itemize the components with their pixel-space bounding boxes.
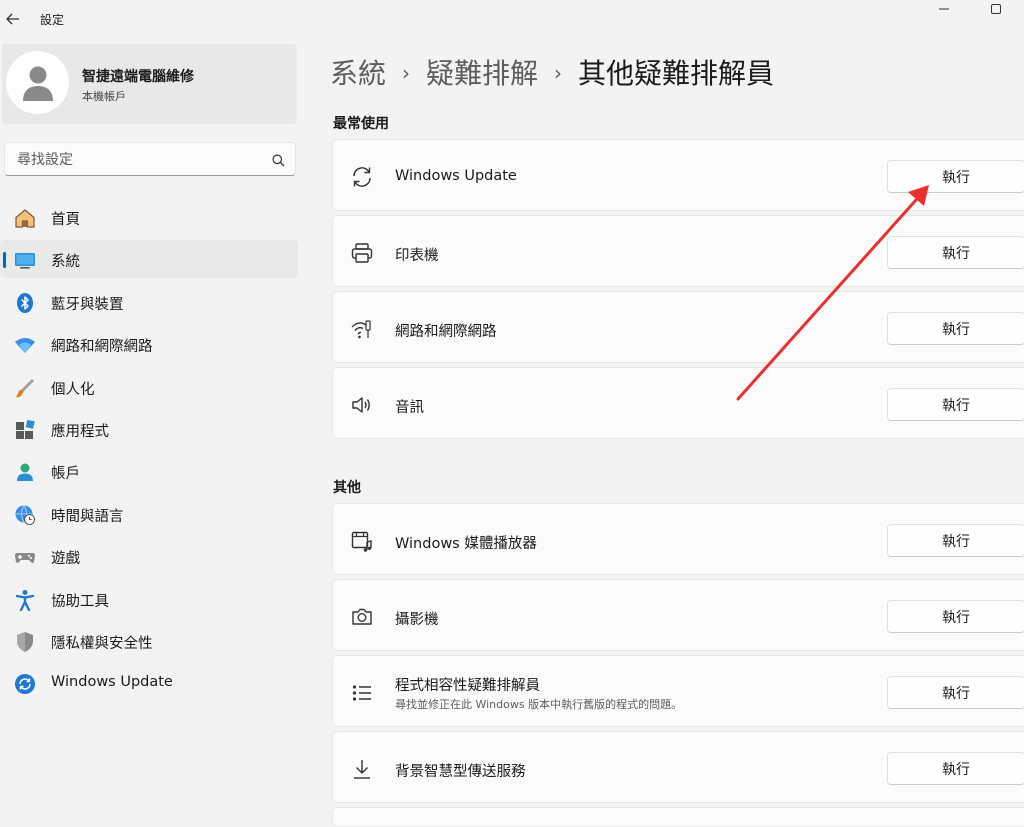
- speaker-icon: [349, 392, 375, 418]
- sidebar-item-label: 帳戶: [51, 466, 80, 483]
- network-icon: [349, 316, 375, 342]
- sidebar-item-windows-update[interactable]: Windows Update: [0, 664, 298, 702]
- run-button[interactable]: 執行: [887, 600, 1024, 633]
- active-indicator: [3, 252, 6, 269]
- breadcrumb-troubleshoot[interactable]: 疑難排解: [426, 57, 538, 90]
- nav-list: 首頁 系統 藍牙與裝置 網路和網際網路 個人化 應用程式 帳戶 時間與語言 遊戲…: [0, 198, 300, 707]
- troubleshooter-title: Windows Update: [395, 168, 517, 184]
- search-icon[interactable]: [272, 152, 285, 171]
- run-button[interactable]: 執行: [887, 524, 1024, 557]
- printer-icon: [349, 240, 375, 266]
- sidebar-item-label: Windows Update: [51, 674, 173, 691]
- run-button[interactable]: 執行: [887, 752, 1024, 785]
- troubleshooter-title: 程式相容性疑難排解員: [395, 678, 540, 694]
- camera-icon: [349, 604, 375, 630]
- search-input[interactable]: [15, 149, 259, 171]
- profile-account-type: 本機帳戶: [82, 90, 126, 103]
- sidebar-item-time-language[interactable]: 時間與語言: [0, 495, 298, 533]
- maximize-button[interactable]: [984, 2, 1008, 16]
- apps-icon: [14, 419, 36, 441]
- breadcrumb: 系統 › 疑難排解 › 其他疑難排解員: [330, 52, 774, 92]
- accessibility-icon: [14, 589, 36, 611]
- sidebar: 智捷遠端電腦維修 本機帳戶 首頁 系統 藍牙與裝置: [0, 38, 300, 817]
- user-avatar-icon: [22, 66, 53, 101]
- run-button[interactable]: 執行: [887, 236, 1024, 269]
- breadcrumb-separator: ›: [554, 61, 563, 85]
- media-player-icon: [349, 528, 375, 554]
- shield-icon: [14, 631, 36, 653]
- home-icon: [14, 207, 36, 229]
- troubleshooter-media-player: Windows 媒體播放器 執行: [332, 503, 1024, 575]
- sidebar-item-system[interactable]: 系統: [0, 240, 298, 279]
- profile-card[interactable]: 智捷遠端電腦維修 本機帳戶: [2, 44, 297, 124]
- sidebar-item-accessibility[interactable]: 協助工具: [0, 580, 298, 618]
- troubleshooter-title: 攝影機: [395, 612, 439, 628]
- run-button[interactable]: 執行: [887, 160, 1024, 193]
- sidebar-item-privacy-security[interactable]: 隱私權與安全性: [0, 622, 298, 660]
- globe-clock-icon: [14, 504, 36, 526]
- sidebar-item-label: 首頁: [51, 212, 80, 228]
- sidebar-item-accounts[interactable]: 帳戶: [0, 452, 298, 490]
- breadcrumb-separator: ›: [402, 61, 411, 85]
- profile-name: 智捷遠端電腦維修: [82, 69, 194, 85]
- maximize-icon: [991, 4, 1001, 14]
- sidebar-item-label: 系統: [51, 254, 80, 271]
- gamepad-icon: [14, 546, 36, 568]
- troubleshooter-description: 尋找並修正在此 Windows 版本中執行舊版的程式的問題。: [395, 698, 683, 711]
- troubleshooter-title: Windows 媒體播放器: [395, 536, 537, 552]
- brush-icon: [14, 377, 36, 399]
- sidebar-item-label: 藍牙與裝置: [51, 296, 124, 313]
- minimize-button[interactable]: [932, 2, 956, 16]
- download-icon: [349, 756, 375, 782]
- troubleshooter-camera: 攝影機 執行: [332, 579, 1024, 651]
- sidebar-item-network[interactable]: 網路和網際網路: [0, 325, 298, 363]
- back-arrow-icon: [6, 13, 19, 25]
- troubleshooter-title: 音訊: [395, 400, 424, 416]
- sidebar-item-label: 協助工具: [51, 593, 109, 610]
- system-icon: [14, 249, 36, 271]
- page-title: 其他疑難排解員: [578, 57, 775, 90]
- list-icon: [349, 680, 375, 706]
- app-title: 設定: [40, 13, 65, 27]
- troubleshooter-title: 背景智慧型傳送服務: [395, 764, 526, 780]
- windows-update-icon: [14, 673, 36, 695]
- search-box[interactable]: [4, 142, 296, 176]
- minimize-icon: [939, 8, 949, 10]
- breadcrumb-system[interactable]: 系統: [330, 57, 386, 90]
- sidebar-item-label: 時間與語言: [51, 508, 124, 525]
- sidebar-item-label: 應用程式: [51, 423, 109, 440]
- title-bar: 設定: [0, 0, 1024, 38]
- troubleshooter-network: 網路和網際網路 執行: [332, 291, 1024, 363]
- run-button[interactable]: 執行: [887, 312, 1024, 345]
- sidebar-item-label: 隱私權與安全性: [51, 635, 153, 652]
- sidebar-item-gaming[interactable]: 遊戲: [0, 537, 298, 575]
- avatar: [6, 51, 69, 114]
- back-button[interactable]: [0, 6, 26, 32]
- run-button[interactable]: 執行: [887, 676, 1024, 709]
- bluetooth-icon: [14, 292, 36, 314]
- troubleshooter-bits: 背景智慧型傳送服務 執行: [332, 731, 1024, 803]
- sidebar-item-personalization[interactable]: 個人化: [0, 368, 298, 406]
- troubleshooter-audio: 音訊 執行: [332, 367, 1024, 439]
- sidebar-item-label: 遊戲: [51, 551, 80, 568]
- troubleshooter-title: 網路和網際網路: [395, 324, 497, 340]
- troubleshooter-partial-card: [332, 807, 1024, 827]
- sidebar-item-label: 個人化: [51, 381, 95, 398]
- section-label-other: 其他: [333, 480, 361, 496]
- sidebar-item-bluetooth[interactable]: 藍牙與裝置: [0, 283, 298, 321]
- sidebar-item-apps[interactable]: 應用程式: [0, 410, 298, 448]
- sidebar-item-label: 網路和網際網路: [51, 339, 153, 356]
- account-icon: [14, 461, 36, 483]
- section-label-frequent: 最常使用: [333, 116, 389, 132]
- troubleshooter-windows-update: Windows Update 執行: [332, 139, 1024, 211]
- wifi-icon: [14, 334, 36, 356]
- troubleshooter-printer: 印表機 執行: [332, 215, 1024, 287]
- troubleshooter-program-compatibility: 程式相容性疑難排解員 尋找並修正在此 Windows 版本中執行舊版的程式的問題…: [332, 655, 1024, 727]
- troubleshooter-title: 印表機: [395, 248, 439, 264]
- sidebar-item-home[interactable]: 首頁: [0, 198, 298, 236]
- run-button[interactable]: 執行: [887, 388, 1024, 421]
- refresh-icon: [349, 164, 375, 190]
